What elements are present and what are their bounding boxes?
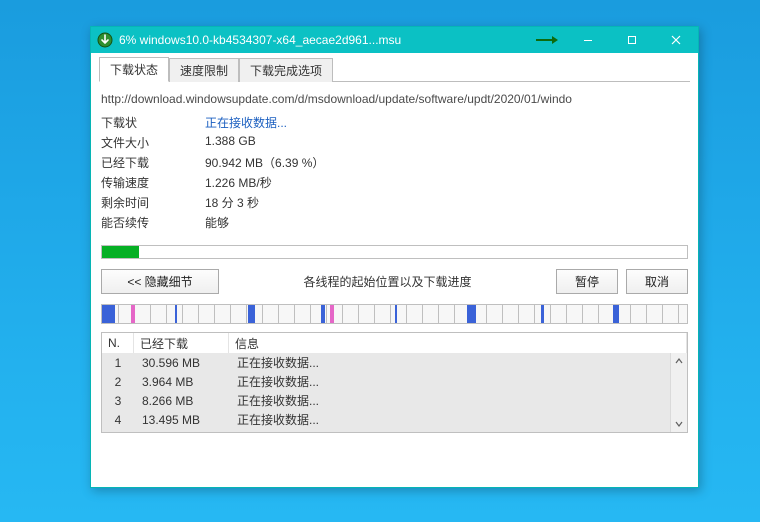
tab-speed-limit[interactable]: 速度限制: [169, 58, 239, 82]
label-downloaded: 已经下载: [101, 154, 181, 171]
row-downloaded: 30.596 MB: [134, 356, 229, 370]
label-filesize: 文件大小: [101, 134, 181, 151]
col-header-info[interactable]: 信息: [229, 333, 687, 353]
row-downloaded: 13.495 MB: [134, 413, 229, 427]
value-downloaded: 90.942 MB（6.39 %）: [205, 154, 688, 171]
thread-map-label: 各线程的起始位置以及下载进度: [227, 273, 548, 290]
minimize-button[interactable]: [566, 27, 610, 53]
table-scrollbar[interactable]: [670, 353, 687, 432]
value-status: 正在接收数据...: [205, 114, 688, 131]
idm-app-icon: [97, 32, 113, 48]
scroll-up-icon[interactable]: [671, 353, 687, 369]
download-url: http://download.windowsupdate.com/d/msdo…: [101, 92, 688, 106]
close-button[interactable]: [654, 27, 698, 53]
thread-table: N. 已经下载 信息 1 30.596 MB 正在接收数据... 2 3.964…: [101, 332, 688, 433]
label-speed: 传输速度: [101, 174, 181, 191]
row-downloaded: 3.964 MB: [134, 375, 229, 389]
value-speed: 1.226 MB/秒: [205, 174, 688, 191]
pause-button[interactable]: 暂停: [556, 269, 618, 294]
value-remaining: 18 分 3 秒: [205, 194, 688, 211]
tab-completion-options[interactable]: 下载完成选项: [239, 58, 333, 82]
overall-progress-fill: [102, 246, 139, 258]
row-n: 1: [102, 356, 134, 370]
value-filesize: 1.388 GB: [205, 134, 688, 151]
dialog-body: 下载状态 速度限制 下载完成选项 http://download.windows…: [91, 53, 698, 487]
download-dialog: 6% windows10.0-kb4534307-x64_aecae2d961.…: [90, 26, 699, 488]
segment-map: [101, 304, 688, 324]
window-title: 6% windows10.0-kb4534307-x64_aecae2d961.…: [119, 33, 401, 47]
scroll-down-icon[interactable]: [671, 416, 687, 432]
col-header-downloaded[interactable]: 已经下载: [134, 333, 229, 353]
row-info: 正在接收数据...: [229, 411, 671, 428]
row-info: 正在接收数据...: [229, 392, 671, 409]
row-n: 3: [102, 394, 134, 408]
progress-arrow-icon: [530, 27, 560, 53]
table-row[interactable]: 4 13.495 MB 正在接收数据...: [102, 410, 671, 429]
label-status: 下载状: [101, 114, 181, 131]
row-n: 2: [102, 375, 134, 389]
row-n: 4: [102, 413, 134, 427]
row-downloaded: 8.266 MB: [134, 394, 229, 408]
titlebar[interactable]: 6% windows10.0-kb4534307-x64_aecae2d961.…: [91, 27, 698, 53]
thread-table-body: 1 30.596 MB 正在接收数据... 2 3.964 MB 正在接收数据.…: [102, 353, 671, 432]
table-row[interactable]: 1 30.596 MB 正在接收数据...: [102, 353, 671, 372]
overall-progress-bar: [101, 245, 688, 259]
status-grid: 下载状 正在接收数据... 文件大小 1.388 GB 已经下载 90.942 …: [101, 114, 688, 231]
hide-details-button[interactable]: << 隐藏细节: [101, 269, 219, 294]
label-remaining: 剩余时间: [101, 194, 181, 211]
window-controls: [566, 27, 698, 53]
label-resume: 能否续传: [101, 214, 181, 231]
tab-strip: 下载状态 速度限制 下载完成选项: [99, 59, 690, 82]
table-row[interactable]: 3 8.266 MB 正在接收数据...: [102, 391, 671, 410]
table-row[interactable]: 2 3.964 MB 正在接收数据...: [102, 372, 671, 391]
col-header-n[interactable]: N.: [102, 333, 134, 353]
tab-download-status[interactable]: 下载状态: [99, 57, 169, 82]
value-resume: 能够: [205, 214, 688, 231]
row-info: 正在接收数据...: [229, 373, 671, 390]
row-info: 正在接收数据...: [229, 354, 671, 371]
maximize-button[interactable]: [610, 27, 654, 53]
button-row: << 隐藏细节 各线程的起始位置以及下载进度 暂停 取消: [101, 269, 688, 294]
thread-table-header: N. 已经下载 信息: [102, 333, 687, 354]
cancel-button[interactable]: 取消: [626, 269, 688, 294]
